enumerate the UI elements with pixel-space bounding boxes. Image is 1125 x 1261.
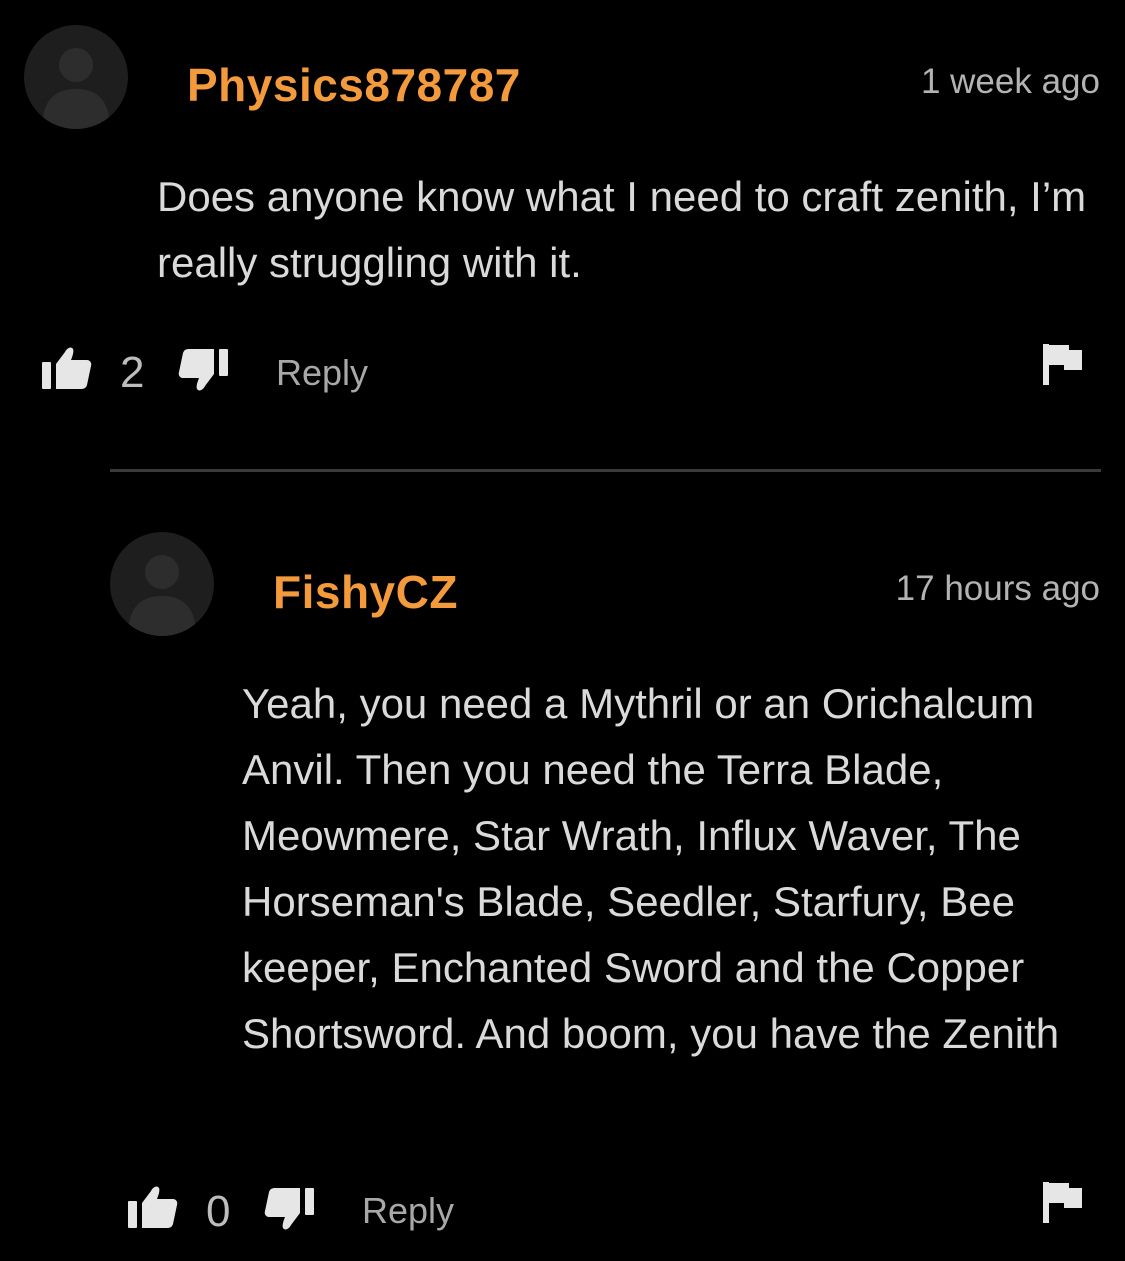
- reply-button[interactable]: Reply: [276, 352, 368, 394]
- flag-button[interactable]: [1042, 1180, 1084, 1224]
- like-count: 2: [120, 348, 145, 397]
- flag-icon: [1043, 344, 1082, 385]
- thumbs-up-icon: [128, 1186, 178, 1228]
- reply-button[interactable]: Reply: [362, 1190, 454, 1232]
- thumbs-down-button[interactable]: [178, 347, 230, 393]
- comment-body: Yeah, you need a Mythril or an Orichalcu…: [242, 680, 1060, 1057]
- thumbs-down-icon: [178, 349, 228, 391]
- default-avatar-icon: [128, 555, 196, 636]
- comment-divider: [110, 469, 1101, 472]
- thumbs-up-button[interactable]: [126, 1184, 178, 1230]
- thumbs-down-button[interactable]: [264, 1186, 316, 1232]
- timestamp: 1 week ago: [920, 62, 1100, 101]
- avatar[interactable]: [24, 25, 128, 129]
- username[interactable]: FishyCZ: [273, 565, 458, 619]
- flag-icon: [1043, 1182, 1082, 1223]
- default-avatar-icon: [42, 48, 110, 129]
- timestamp: 17 hours ago: [895, 569, 1100, 608]
- thumbs-down-icon: [264, 1188, 314, 1230]
- comment-1: Physics878787 1 week ago Does anyone kno…: [0, 0, 1125, 430]
- comment-body: Does anyone know what I need to craft ze…: [157, 173, 1087, 286]
- thumbs-up-icon: [42, 347, 92, 389]
- avatar[interactable]: [110, 532, 214, 636]
- comment-2: FishyCZ 17 hours ago Yeah, you need a My…: [0, 480, 1125, 1261]
- like-count: 0: [206, 1187, 231, 1236]
- thumbs-up-button[interactable]: [40, 345, 92, 391]
- username[interactable]: Physics878787: [187, 58, 521, 112]
- flag-button[interactable]: [1042, 342, 1084, 386]
